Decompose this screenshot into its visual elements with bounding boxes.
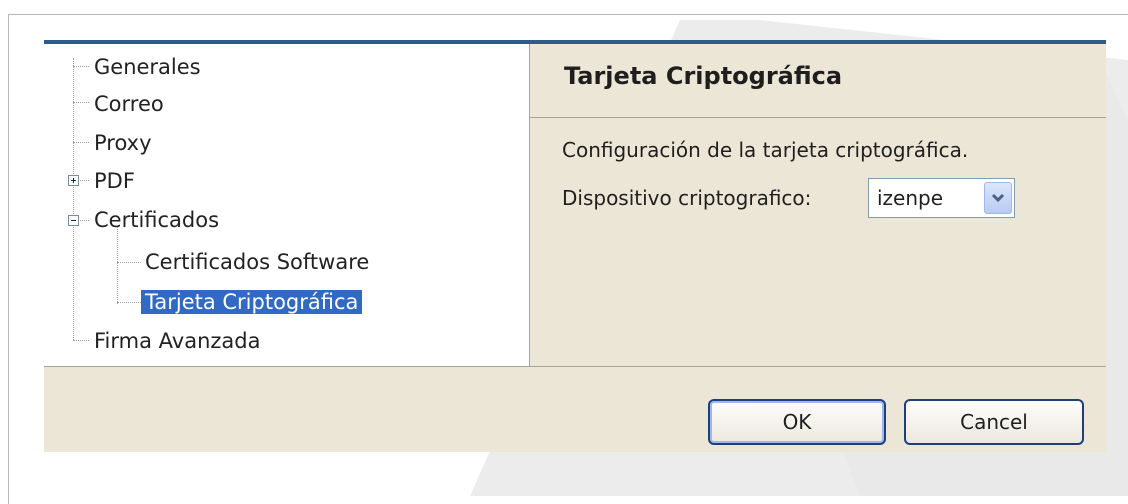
chevron-down-icon [991,193,1005,203]
tree-item-correo[interactable]: Correo [90,89,168,119]
page-title: Tarjeta Criptográfica [564,62,843,90]
minus-expander-icon[interactable] [68,215,79,226]
tree-item-label: Certificados [94,208,220,232]
tree-child-line [117,226,118,304]
tree-item-certificados-software[interactable]: Certificados Software [141,247,373,277]
dropdown-button[interactable] [984,182,1012,214]
panel-body: Configuración de la tarjeta criptográfic… [530,118,1106,366]
tree-item-label: Proxy [94,131,152,155]
tree-connector [78,220,89,221]
tree-connector [117,262,141,263]
tree-item-certificados[interactable]: Certificados [90,205,223,235]
tree-connector [73,66,89,67]
panel-description: Configuración de la tarjeta criptográfic… [562,138,969,162]
device-select[interactable]: izenpe [868,178,1015,218]
plus-expander-icon[interactable] [68,175,79,186]
tree-connector [73,102,89,103]
tree-item-label: Correo [94,92,164,116]
tree-connector [78,180,89,181]
tree-item-label: Certificados Software [145,250,370,274]
tree-item-pdf[interactable]: PDF [90,166,139,196]
tree-item-firma-avanzada[interactable]: Firma Avanzada [90,326,264,356]
tree-item-label: Tarjeta Criptográfica [141,290,363,314]
tree-item-tarjeta-criptografica[interactable]: Tarjeta Criptográfica [141,287,363,317]
dialog-footer: OK Cancel [44,366,1106,452]
ok-button[interactable]: OK [708,399,886,445]
tree-item-label: Firma Avanzada [94,329,261,353]
cancel-button[interactable]: Cancel [904,399,1084,445]
tree-connector [117,302,141,303]
tree-item-generales[interactable]: Generales [90,52,205,82]
tree-connector [73,142,89,143]
tree-item-label: Generales [94,55,201,79]
tree-item-label: PDF [94,169,135,193]
panel-header: Tarjeta Criptográfica [530,44,1106,118]
tree-root-line [73,58,74,340]
device-label: Dispositivo criptografico: [562,186,812,210]
device-select-value: izenpe [877,186,944,210]
tree-connector [73,340,89,341]
preferences-tree: Generales Correo Proxy PDF Certificados … [44,44,530,366]
tree-item-proxy[interactable]: Proxy [90,128,156,158]
preferences-dialog: Generales Correo Proxy PDF Certificados … [44,40,1106,452]
